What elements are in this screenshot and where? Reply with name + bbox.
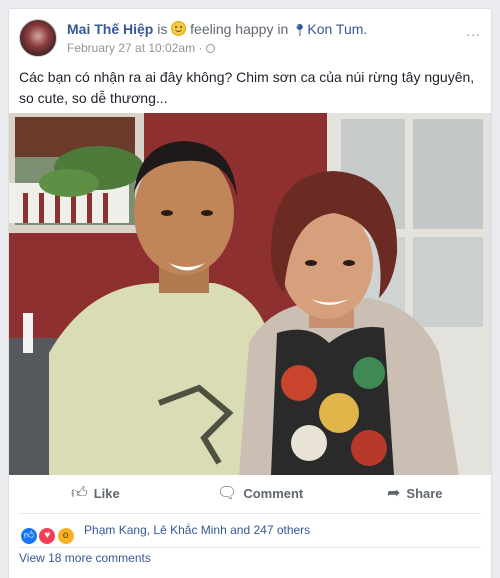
view-more-comments-link[interactable]: View 18 more comments xyxy=(19,551,151,565)
share-label: Share xyxy=(406,486,443,501)
like-reaction-icon: 👍︎ xyxy=(19,526,39,546)
post-card: Mai Thế Hiệp is feeling happy in 📍︎Kon T… xyxy=(8,8,492,578)
photo-illustration xyxy=(9,113,491,475)
love-reaction-icon: ♥ xyxy=(37,526,58,546)
more-options-button[interactable]: ... xyxy=(466,23,481,39)
comment-icon: 🗨︎ xyxy=(217,485,238,502)
post-text: Các bạn có nhận ra ai đây không? Chim sơ… xyxy=(19,69,475,106)
like-label: Like xyxy=(93,486,120,501)
post-photo[interactable] xyxy=(9,113,491,475)
post-headline: Mai Thế Hiệp is feeling happy in 📍︎Kon T… xyxy=(67,21,367,37)
wow-reaction-icon: o xyxy=(55,526,76,546)
post-timestamp[interactable]: February 27 at 10:02am xyxy=(67,41,195,55)
globe-icon[interactable] xyxy=(205,44,215,53)
share-icon: ➦ xyxy=(387,485,401,502)
location-pin-icon: 📍︎ xyxy=(292,23,308,37)
comment-button[interactable]: 🗨︎ Comment xyxy=(217,475,303,513)
in-word: in xyxy=(277,21,289,37)
post-meta: February 27 at 10:02am · xyxy=(67,41,215,55)
like-button[interactable]: 👍︎ Like xyxy=(71,475,120,513)
meta-separator: · xyxy=(198,41,203,55)
location-link[interactable]: Kon Tum. xyxy=(307,21,367,37)
author-avatar[interactable] xyxy=(19,19,57,57)
post-actions: 👍︎ Like 🗨︎ Comment ➦ Share xyxy=(19,475,481,514)
thumbs-up-icon: 👍︎ xyxy=(71,485,88,502)
post-header: Mai Thế Hiệp is feeling happy in 📍︎Kon T… xyxy=(19,19,481,63)
reactions-names[interactable]: Phạm Kang, Lê Khắc Minh and 247 others xyxy=(84,523,310,537)
share-button[interactable]: ➦ Share xyxy=(387,475,443,513)
is-word: is xyxy=(157,21,168,37)
comment-label: Comment xyxy=(243,486,304,501)
smiley-icon xyxy=(171,21,187,36)
author-name[interactable]: Mai Thế Hiệp xyxy=(67,21,153,37)
reactions-bar[interactable]: 👍︎ ♥ o Phạm Kang, Lê Khắc Minh and 247 o… xyxy=(19,513,481,548)
feeling-text: feeling happy xyxy=(190,21,274,37)
